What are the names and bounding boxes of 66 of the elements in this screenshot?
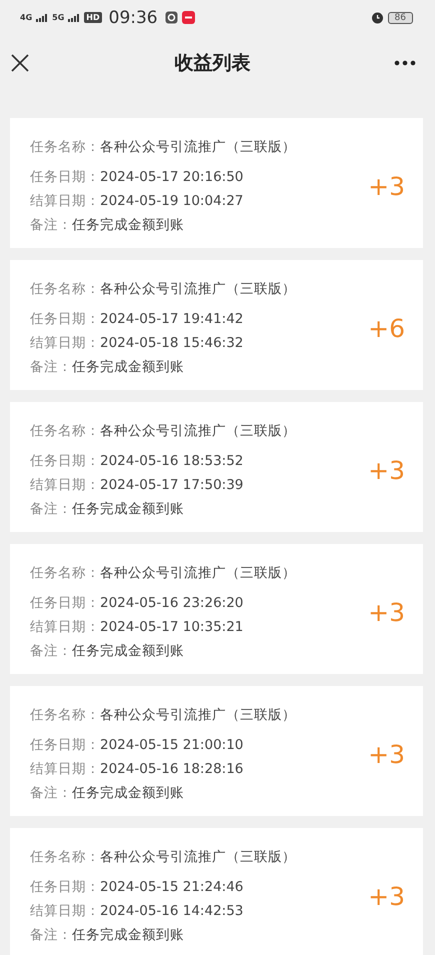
field-label: 任务日期： [30,452,100,471]
field-value: 2024-05-16 18:53:52 [100,452,244,471]
field-value: 任务完成金额到账 [72,642,184,661]
field-label: 任务日期： [30,594,100,613]
field-label: 备注： [30,216,72,235]
field-label: 备注： [30,784,72,803]
network-label: 5G [52,13,64,22]
field-value: 各种公众号引流推广（三联版） [100,422,296,441]
hd-badge: HD [84,12,102,23]
field-label: 任务名称： [30,138,100,157]
network-label: 4G [20,13,32,22]
field-label: 任务日期： [30,736,100,755]
field-label: 任务日期： [30,168,100,187]
field-label: 结算日期： [30,902,100,921]
income-amount: +3 [368,740,405,769]
field-value: 各种公众号引流推广（三联版） [100,706,296,725]
field-value: 2024-05-16 14:42:53 [100,902,244,921]
field-label: 结算日期： [30,192,100,211]
income-amount: +3 [368,598,405,627]
field-value: 任务完成金额到账 [72,926,184,945]
income-amount: +3 [368,172,405,201]
field-value: 各种公众号引流推广（三联版） [100,138,296,157]
field-label: 备注： [30,358,72,377]
close-icon [11,54,29,72]
field-value: 2024-05-17 19:41:42 [100,310,244,329]
income-amount: +6 [368,314,405,343]
field-value: 任务完成金额到账 [72,784,184,803]
battery-indicator: 86 [388,12,413,24]
status-time: 09:36 [108,8,158,28]
field-value: 2024-05-15 21:00:10 [100,736,244,755]
field-value: 2024-05-17 17:50:39 [100,476,244,495]
more-icon [394,60,416,66]
income-amount: +3 [368,456,405,485]
field-value: 任务完成金额到账 [72,500,184,519]
field-label: 任务日期： [30,878,100,897]
field-value: 2024-05-17 20:16:50 [100,168,244,187]
field-label: 结算日期： [30,760,100,779]
field-value: 2024-05-16 23:26:20 [100,594,244,613]
field-label: 备注： [30,926,72,945]
signal-icon [36,14,48,22]
field-value: 各种公众号引流推广（三联版） [100,280,296,299]
field-label: 任务名称： [30,706,100,725]
field-label: 结算日期： [30,334,100,353]
signal-icon [68,14,80,22]
field-value: 2024-05-16 18:28:16 [100,760,244,779]
field-label: 任务名称： [30,848,100,867]
income-amount: +3 [368,882,405,911]
app-notification-icon [182,11,195,24]
field-value: 任务完成金额到账 [72,358,184,377]
alarm-icon [370,11,384,24]
field-label: 任务名称： [30,422,100,441]
field-value: 任务完成金额到账 [72,216,184,235]
field-value: 各种公众号引流推广（三联版） [100,564,296,583]
field-label: 任务名称： [30,280,100,299]
page-title: 收益列表 [174,50,250,76]
field-label: 备注： [30,500,72,519]
field-value: 各种公众号引流推广（三联版） [100,848,296,867]
field-label: 任务名称： [30,564,100,583]
field-label: 结算日期： [30,618,100,637]
field-label: 结算日期： [30,476,100,495]
field-label: 任务日期： [30,310,100,329]
field-value: 2024-05-15 21:24:46 [100,878,244,897]
field-label: 备注： [30,642,72,661]
field-value: 2024-05-18 15:46:32 [100,334,244,353]
field-value: 2024-05-19 10:04:27 [100,192,244,211]
field-value: 2024-05-17 10:35:21 [100,618,244,637]
